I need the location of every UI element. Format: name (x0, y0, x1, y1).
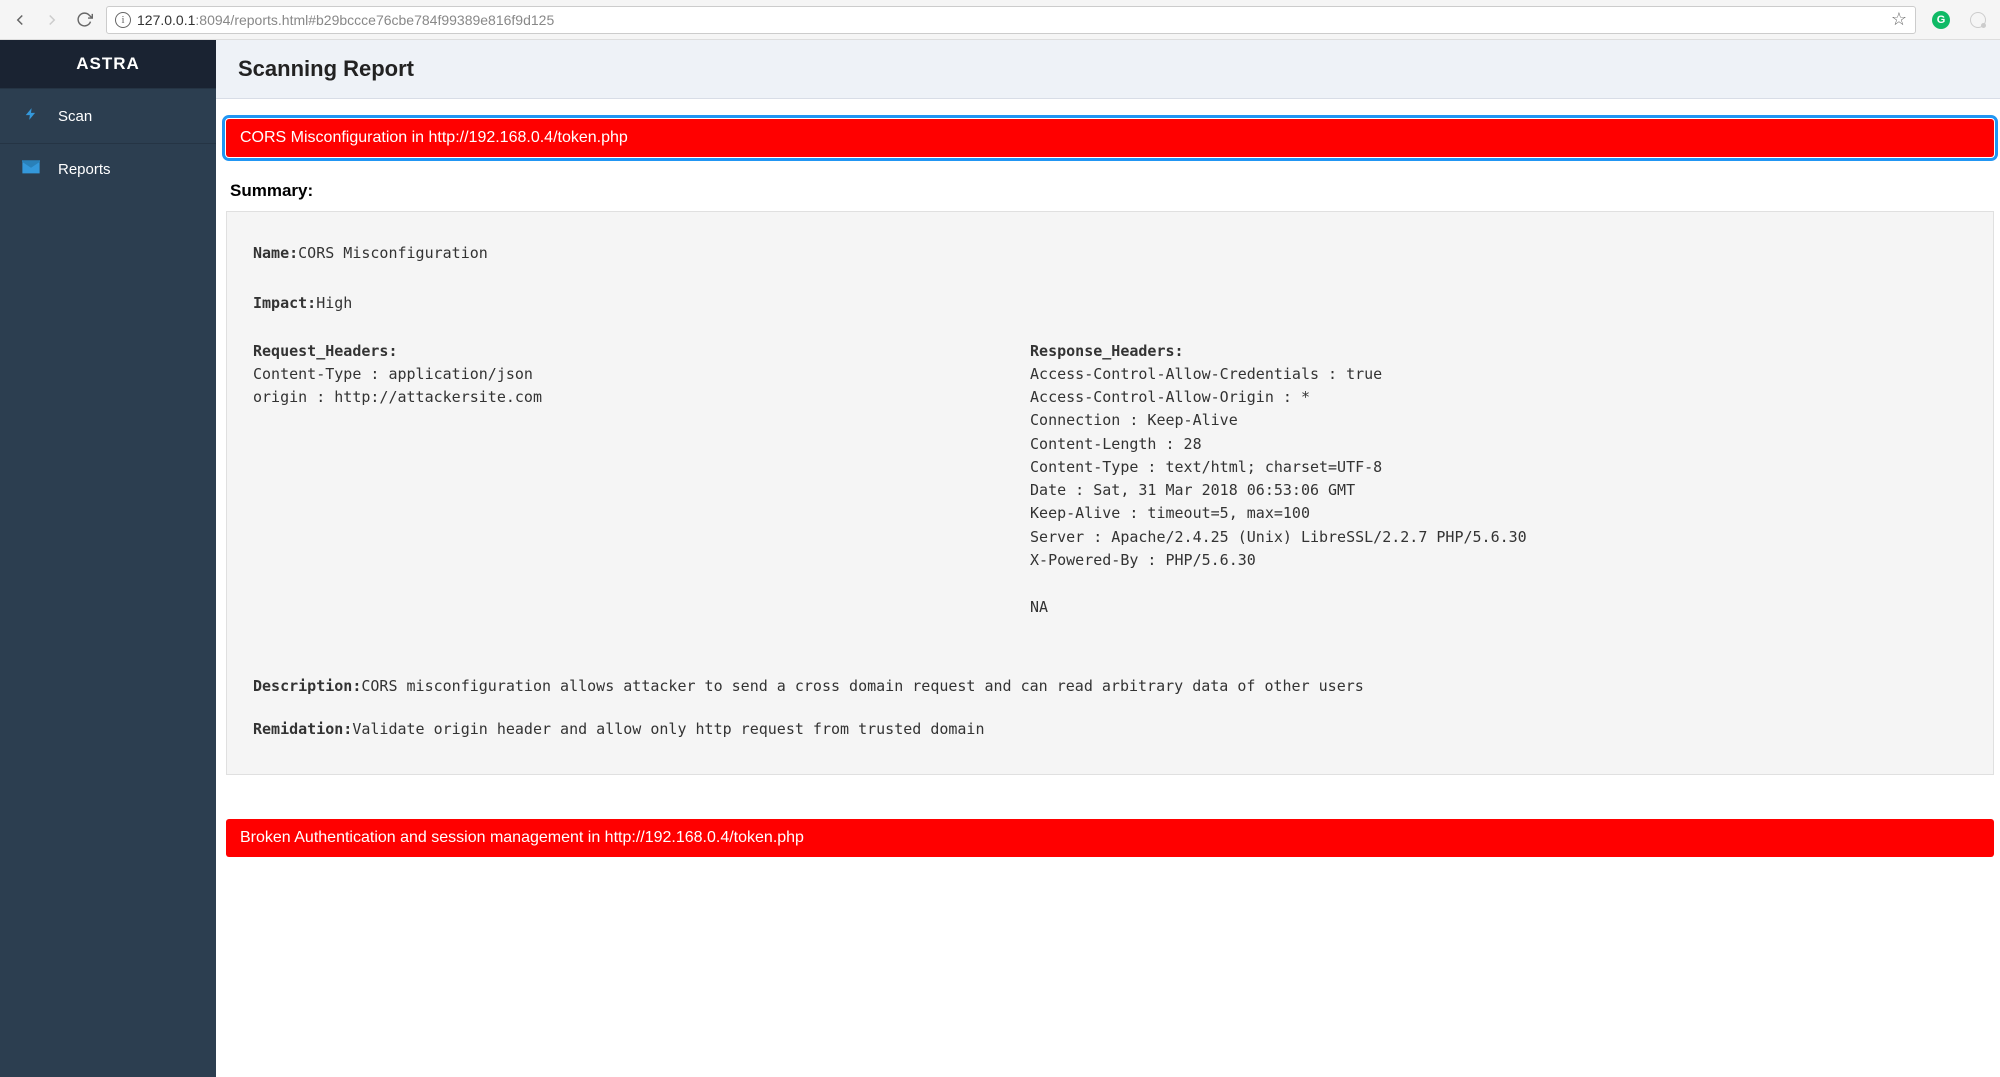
response-header-line: Content-Type : text/html; charset=UTF-8 (1030, 456, 1967, 479)
page-title: Scanning Report (238, 56, 1978, 82)
response-na: NA (1030, 596, 1967, 619)
address-bar[interactable]: i 127.0.0.1:8094/reports.html#b29bccce76… (106, 6, 1916, 34)
main-content: Scanning Report CORS Misconfiguration in… (216, 40, 2000, 1077)
request-headers-block: Request_Headers: Content-Type : applicat… (253, 340, 990, 620)
nav-reload-button[interactable] (74, 10, 94, 30)
response-header-line: X-Powered-By : PHP/5.6.30 (1030, 549, 1967, 572)
finding-title: Broken Authentication and session manage… (240, 829, 804, 846)
response-header-line: Access-Control-Allow-Origin : * (1030, 386, 1967, 409)
sidebar-item-label: Scan (58, 108, 92, 125)
description-label: Description: (253, 677, 361, 695)
finding-banner[interactable]: CORS Misconfiguration in http://192.168.… (226, 119, 1994, 157)
url-path: :8094/reports.html#b29bccce76cbe784f9938… (195, 12, 554, 28)
sidebar-item-reports[interactable]: Reports (0, 143, 216, 194)
impact-value: High (316, 294, 352, 312)
response-header-line: Date : Sat, 31 Mar 2018 06:53:06 GMT (1030, 479, 1967, 502)
nav-forward-button[interactable] (42, 10, 62, 30)
browser-toolbar: i 127.0.0.1:8094/reports.html#b29bccce76… (0, 0, 2000, 40)
nav-back-button[interactable] (10, 10, 30, 30)
request-header-line: origin : http://attackersite.com (253, 386, 990, 409)
app-brand: ASTRA (0, 40, 216, 88)
bolt-icon (22, 105, 40, 127)
response-header-line: Keep-Alive : timeout=5, max=100 (1030, 502, 1967, 525)
impact-label: Impact: (253, 294, 316, 312)
remediation-value: Validate origin header and allow only ht… (352, 720, 984, 738)
extension-grammarly-icon[interactable]: G (1932, 11, 1950, 29)
extension-disabled-icon[interactable] (1970, 12, 1986, 28)
name-label: Name: (253, 244, 298, 262)
response-header-line: Connection : Keep-Alive (1030, 409, 1967, 432)
response-header-line: Server : Apache/2.4.25 (Unix) LibreSSL/2… (1030, 526, 1967, 549)
response-headers-label: Response_Headers: (1030, 340, 1967, 363)
response-header-line: Access-Control-Allow-Credentials : true (1030, 363, 1967, 386)
site-info-icon[interactable]: i (115, 12, 131, 28)
name-value: CORS Misconfiguration (298, 244, 488, 262)
finding-banner[interactable]: Broken Authentication and session manage… (226, 819, 1994, 857)
sidebar-item-scan[interactable]: Scan (0, 88, 216, 143)
summary-label: Summary: (230, 181, 1994, 201)
sidebar-item-label: Reports (58, 161, 111, 178)
request-headers-label: Request_Headers: (253, 340, 990, 363)
response-header-line: Content-Length : 28 (1030, 433, 1967, 456)
url-host: 127.0.0.1 (137, 12, 195, 28)
response-headers-block: Response_Headers: Access-Control-Allow-C… (1030, 340, 1967, 620)
sidebar: ASTRA Scan Reports (0, 40, 216, 1077)
finding-title: CORS Misconfiguration in http://192.168.… (240, 129, 628, 146)
description-value: CORS misconfiguration allows attacker to… (361, 677, 1363, 695)
summary-panel: Name:CORS Misconfiguration Impact:High R… (226, 211, 1994, 775)
page-header: Scanning Report (216, 40, 2000, 99)
bookmark-star-icon[interactable]: ☆ (1891, 9, 1907, 30)
remediation-label: Remidation: (253, 720, 352, 738)
mail-icon (22, 160, 40, 178)
request-header-line: Content-Type : application/json (253, 363, 990, 386)
